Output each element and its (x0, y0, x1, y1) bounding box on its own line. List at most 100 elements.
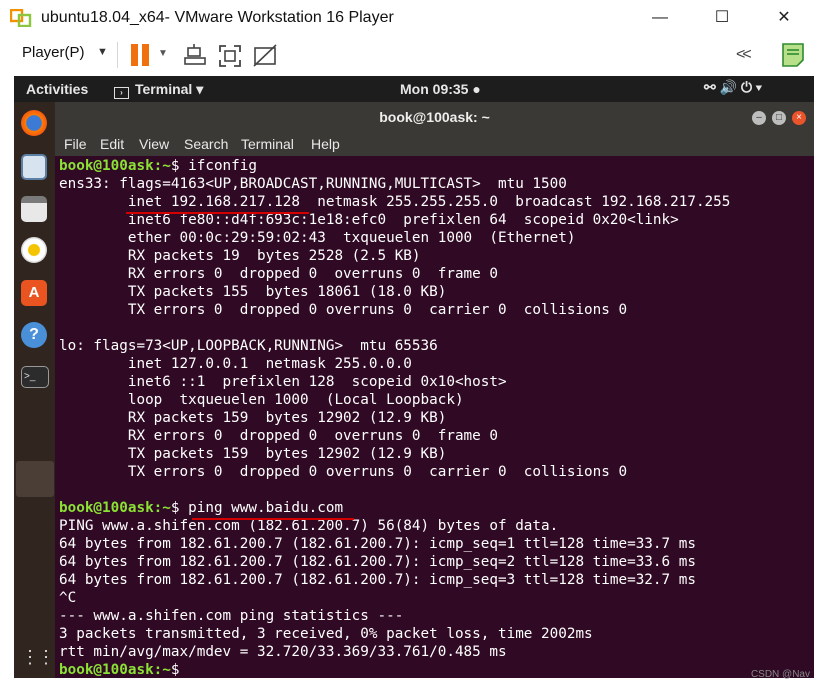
terminal-line-text: TX errors 0 dropped 0 overruns 0 carrier… (59, 464, 628, 480)
terminal-maximize-button[interactable]: □ (772, 111, 786, 125)
terminal-line: TX errors 0 dropped 0 overruns 0 carrier… (59, 463, 814, 481)
files-icon[interactable] (21, 196, 47, 222)
terminal-line: loop txqueuelen 1000 (Local Loopback) (59, 391, 814, 409)
terminal-line: rtt min/avg/max/mdev = 32.720/33.369/33.… (59, 643, 814, 661)
terminal-line-text: RX packets 19 bytes 2528 (2.5 KB) (59, 248, 421, 264)
full-screen-icon[interactable] (216, 42, 244, 70)
terminal-line-text: --- www.a.shifen.com ping statistics --- (59, 608, 404, 624)
vmware-toolbar: Player(P) ▼ ▼ << (0, 36, 828, 76)
terminal-line-text: inet 127.0.0.1 netmask 255.0.0.0 (59, 356, 412, 372)
shell-prompt: book@100ask:~ (59, 158, 171, 174)
window-titlebar: ubuntu18.04_x64- VMware Workstation 16 P… (0, 0, 828, 36)
terminal-line: 3 packets transmitted, 3 received, 0% pa… (59, 625, 814, 643)
pause-menu-caret-icon[interactable]: ▼ (158, 48, 168, 59)
terminal-line-text: rtt min/avg/max/mdev = 32.720/33.369/33.… (59, 644, 507, 660)
menu-view[interactable]: View (139, 136, 169, 152)
help-icon[interactable]: ? (21, 322, 47, 348)
notes-icon[interactable] (781, 42, 805, 68)
terminal-line-text: TX packets 155 bytes 18061 (18.0 KB) (59, 284, 447, 300)
terminal-line: ens33: flags=4163<UP,BROADCAST,RUNNING,M… (59, 175, 814, 193)
clock[interactable]: Mon 09:35 ● (400, 81, 481, 97)
terminal-line-text: ether 00:0c:29:59:02:43 txqueuelen 1000 … (59, 230, 576, 246)
terminal-small-icon: › (114, 87, 129, 99)
terminal-line: --- www.a.shifen.com ping statistics --- (59, 607, 814, 625)
toolbar-divider (117, 42, 118, 68)
menu-terminal[interactable]: Terminal (241, 136, 294, 152)
menu-search[interactable]: Search (184, 136, 228, 152)
red-underline-ping (192, 518, 354, 520)
dock-active-highlight (16, 461, 54, 497)
player-menu[interactable]: Player(P) (22, 44, 85, 61)
terminal-header: book@100ask: ~ – □ × (55, 102, 814, 132)
terminal-line: RX errors 0 dropped 0 overruns 0 frame 0 (59, 427, 814, 445)
terminal-line-text: ^C (59, 590, 77, 606)
unity-icon[interactable] (251, 42, 279, 70)
terminal-line: RX packets 159 bytes 12902 (12.9 KB) (59, 409, 814, 427)
thunderbird-icon[interactable] (21, 154, 47, 180)
back-icon[interactable]: << (736, 46, 752, 64)
shell-prompt: book@100ask:~ (59, 500, 171, 516)
terminal-line: 64 bytes from 182.61.200.7 (182.61.200.7… (59, 553, 814, 571)
terminal-line-text: TX errors 0 dropped 0 overruns 0 carrier… (59, 302, 628, 318)
terminal-close-button[interactable]: × (792, 111, 806, 125)
terminal-title: book@100ask: ~ (379, 109, 490, 125)
ubuntu-dock: A ? >_ ⋮⋮⋮ (14, 102, 71, 678)
menu-file[interactable]: File (64, 136, 87, 152)
terminal-line-text: RX errors 0 dropped 0 overruns 0 frame 0 (59, 266, 498, 282)
terminal-line-text: RX errors 0 dropped 0 overruns 0 frame 0 (59, 428, 498, 444)
close-button[interactable]: ✕ (764, 6, 804, 30)
terminal-line: book@100ask:~$ ifconfig (59, 157, 814, 175)
shell-prompt: book@100ask:~ (59, 662, 171, 678)
software-center-icon[interactable]: A (21, 280, 47, 306)
terminal-window: book@100ask: ~ – □ × File Edit View Sear… (55, 102, 814, 678)
gnome-top-bar: Activities › Terminal ▾ Mon 09:35 ● ⚯ 🔊 ⏻… (14, 76, 814, 102)
maximize-button[interactable]: ☐ (702, 6, 742, 30)
terminal-line-text: $ ifconfig (170, 158, 257, 174)
menu-help[interactable]: Help (311, 136, 340, 152)
terminal-line-text: $ (170, 662, 189, 678)
firefox-icon[interactable] (21, 110, 47, 136)
terminal-line: inet 127.0.0.1 netmask 255.0.0.0 (59, 355, 814, 373)
terminal-line: 64 bytes from 182.61.200.7 (182.61.200.7… (59, 535, 814, 553)
pause-icon[interactable] (131, 44, 153, 68)
terminal-minimize-button[interactable]: – (752, 111, 766, 125)
terminal-line: PING www.a.shifen.com (182.61.200.7) 56(… (59, 517, 814, 535)
menu-edit[interactable]: Edit (100, 136, 124, 152)
terminal-line: TX errors 0 dropped 0 overruns 0 carrier… (59, 301, 814, 319)
terminal-line-text: inet6 fe80::d4f:693c:1e18:efc0 prefixlen… (59, 212, 679, 228)
show-applications-icon[interactable]: ⋮⋮⋮ (21, 644, 71, 670)
terminal-line-text: inet 192.168.217.128 netmask 255.255.255… (59, 194, 731, 210)
player-menu-caret-icon[interactable]: ▼ (97, 46, 108, 58)
terminal-dock-icon[interactable]: >_ (21, 366, 49, 388)
terminal-app-menu[interactable]: › Terminal ▾ (114, 81, 203, 99)
terminal-line-text: 64 bytes from 182.61.200.7 (182.61.200.7… (59, 572, 696, 588)
terminal-line-text: 3 packets transmitted, 3 received, 0% pa… (59, 626, 593, 642)
terminal-menubar: File Edit View Search Terminal Help (55, 132, 814, 156)
terminal-line-text: 64 bytes from 182.61.200.7 (182.61.200.7… (59, 536, 696, 552)
terminal-line: TX packets 159 bytes 12902 (12.9 KB) (59, 445, 814, 463)
terminal-line: ether 00:0c:29:59:02:43 txqueuelen 1000 … (59, 229, 814, 247)
activities-button[interactable]: Activities (26, 81, 88, 97)
watermark: CSDN @Nav (750, 669, 810, 680)
terminal-line-text: ens33: flags=4163<UP,BROADCAST,RUNNING,M… (59, 176, 567, 192)
terminal-line: ^C (59, 589, 814, 607)
terminal-line-text: lo: flags=73<UP,LOOPBACK,RUNNING> mtu 65… (59, 338, 438, 354)
red-underline-ip (126, 212, 309, 214)
send-keys-icon[interactable] (182, 42, 210, 70)
terminal-output[interactable]: book@100ask:~$ ifconfig ens33: flags=4163… (59, 157, 814, 678)
terminal-line-text: $ ping www.baidu.com (170, 500, 344, 516)
terminal-line-text: loop txqueuelen 1000 (Local Loopback) (59, 392, 464, 408)
rhythmbox-icon[interactable] (21, 237, 47, 263)
vmware-app-icon (10, 9, 32, 27)
terminal-line: 64 bytes from 182.61.200.7 (182.61.200.7… (59, 571, 814, 589)
terminal-line-text: 64 bytes from 182.61.200.7 (182.61.200.7… (59, 554, 696, 570)
terminal-line: TX packets 155 bytes 18061 (18.0 KB) (59, 283, 814, 301)
minimize-button[interactable]: — (640, 6, 680, 30)
terminal-line: RX errors 0 dropped 0 overruns 0 frame 0 (59, 265, 814, 283)
terminal-line: book@100ask:~$ (59, 661, 814, 679)
terminal-line-text: PING www.a.shifen.com (182.61.200.7) 56(… (59, 518, 559, 534)
system-menu[interactable]: ⚯ 🔊 ⏻ ▾ (704, 79, 762, 96)
terminal-line: lo: flags=73<UP,LOOPBACK,RUNNING> mtu 65… (59, 337, 814, 355)
